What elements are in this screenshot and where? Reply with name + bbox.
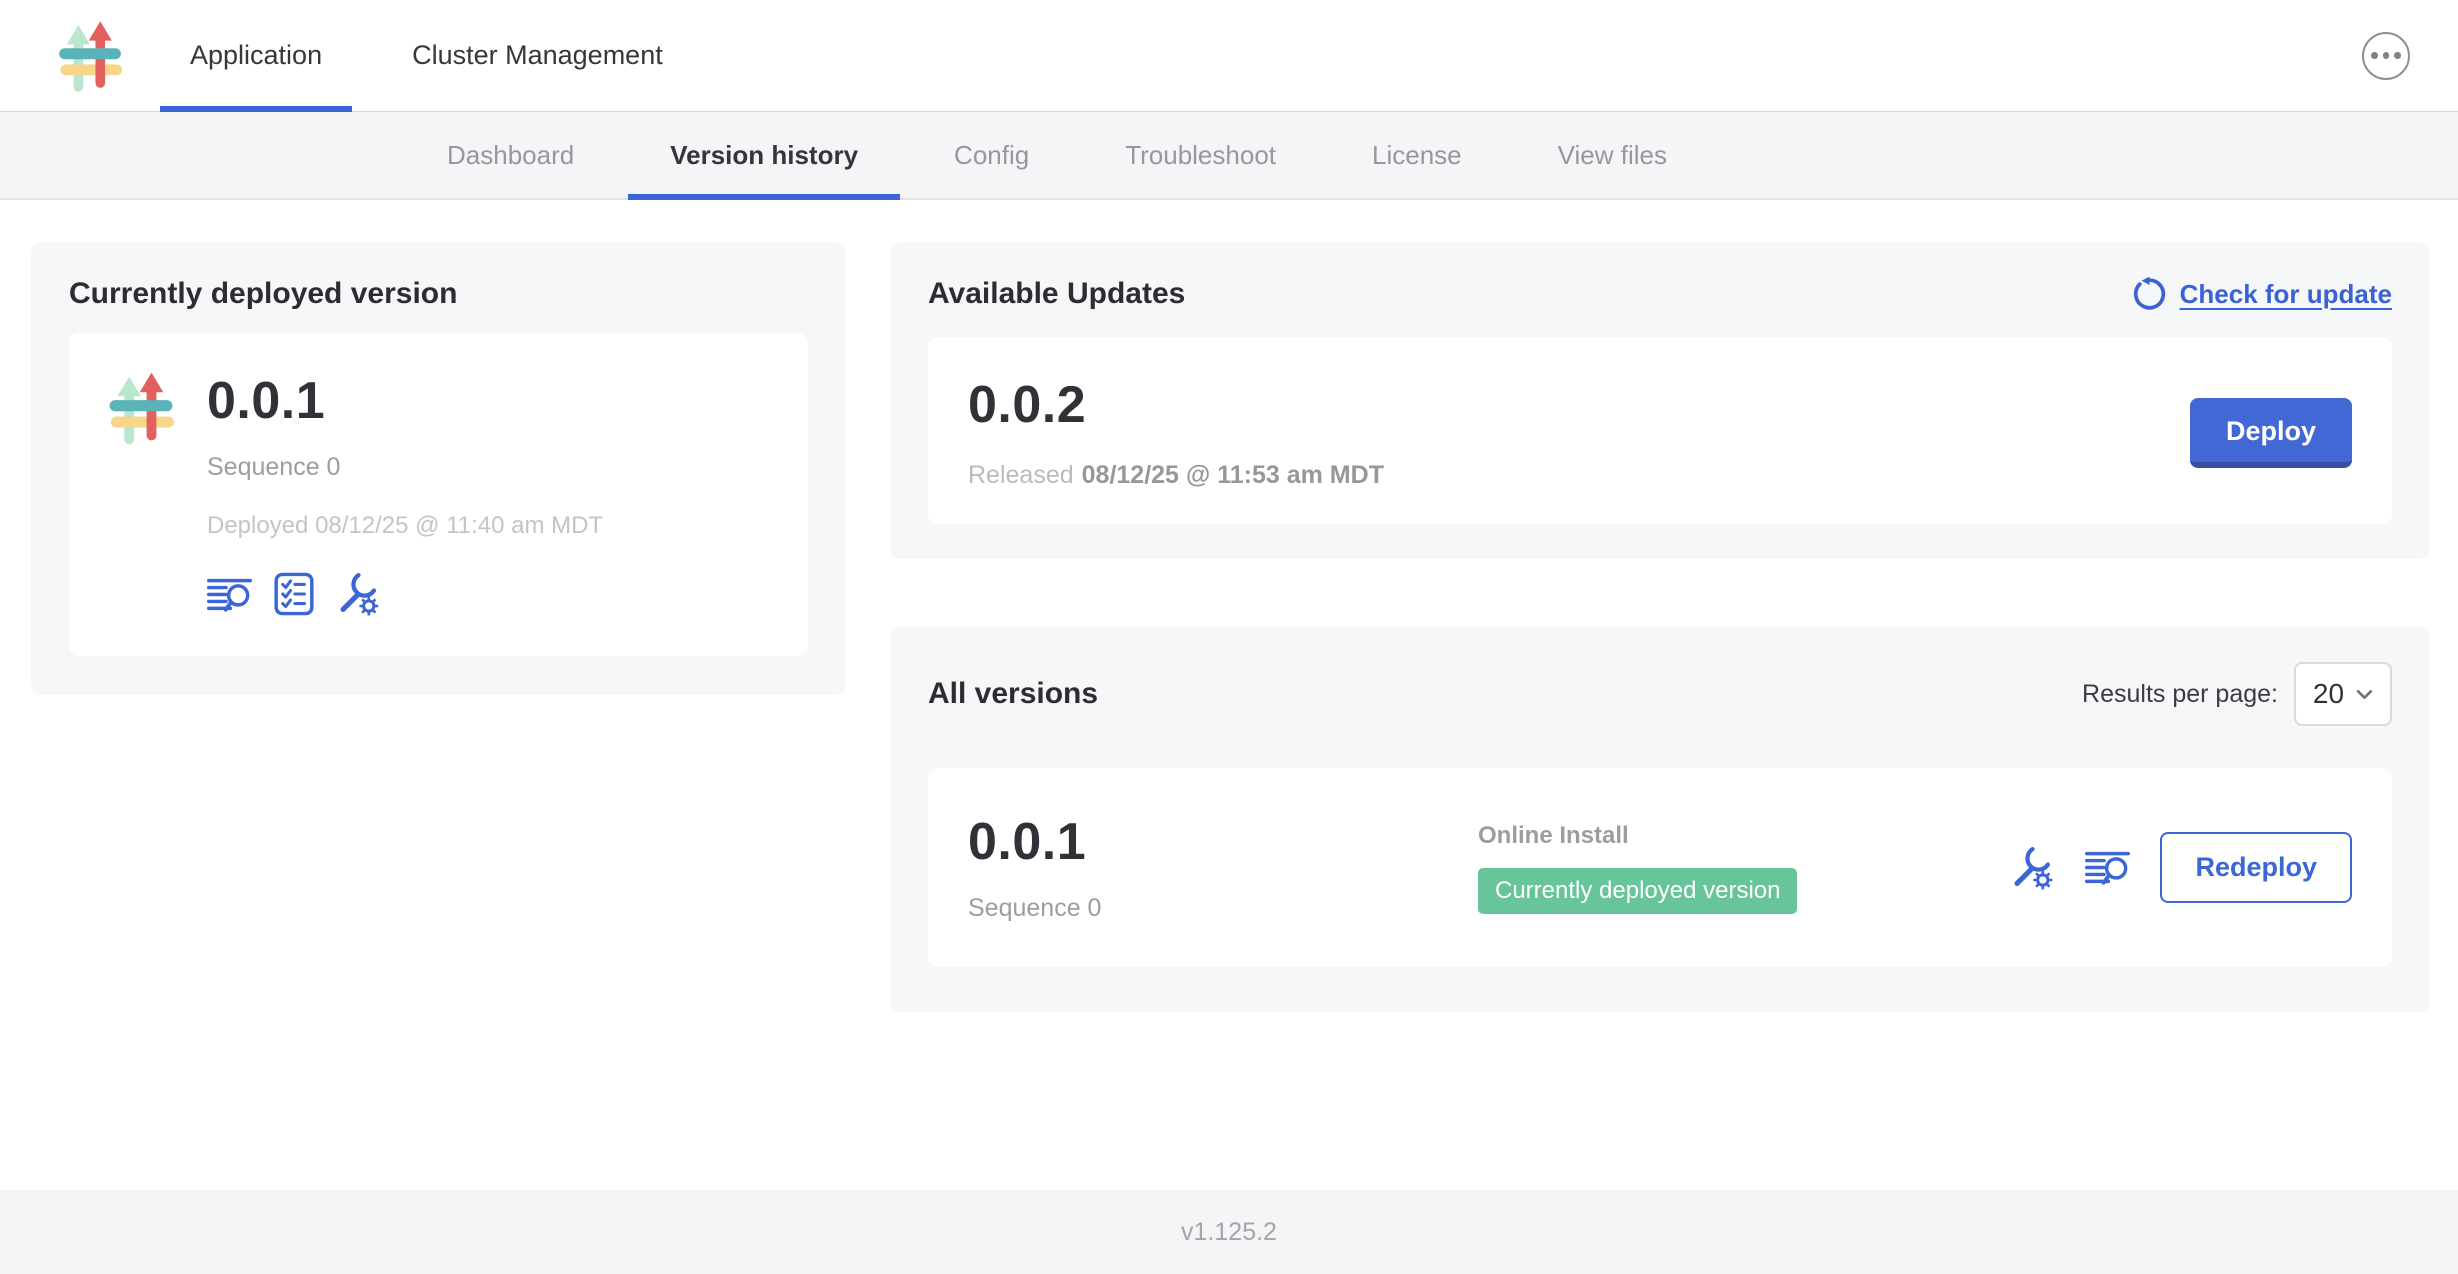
edit-config-icon[interactable] [336, 570, 381, 618]
header-tab-application[interactable]: Application [160, 0, 352, 111]
update-released-line: Released 08/12/25 @ 11:53 am MDT [968, 461, 1384, 490]
right-column: Available Updates Check for update 0.0.2… [890, 242, 2430, 1012]
tab-config[interactable]: Config [912, 112, 1071, 198]
ellipsis-icon [2394, 52, 2401, 59]
version-row: 0.0.1 Sequence 0 Online Install Currentl… [928, 768, 2392, 967]
app-subnav: Dashboard Version history Config Trouble… [0, 112, 2458, 200]
preflight-checks-icon[interactable] [274, 572, 314, 616]
currently-deployed-panel: Currently deployed version 0.0.1 Sequenc… [31, 242, 846, 695]
results-per-page: Results per page: 20 [2082, 662, 2392, 726]
row-version-number: 0.0.1 [968, 812, 1478, 872]
deploy-button[interactable]: Deploy [2190, 398, 2352, 468]
available-update-card: 0.0.2 Released 08/12/25 @ 11:53 am MDT De… [928, 337, 2392, 524]
check-for-update-link[interactable]: Check for update [2132, 277, 2392, 311]
released-prefix: Released [968, 461, 1074, 489]
header-tabs: Application Cluster Management [160, 0, 723, 111]
released-timestamp: 08/12/25 @ 11:53 am MDT [1082, 461, 1384, 489]
deployed-panel-title: Currently deployed version [69, 277, 808, 311]
app-logo [0, 0, 128, 111]
edit-config-icon[interactable] [2010, 844, 2055, 892]
deployed-version-actions [207, 570, 603, 618]
release-notes-icon[interactable] [2085, 848, 2130, 887]
deployed-sequence: Sequence 0 [207, 453, 603, 482]
app-logo-icon [103, 371, 179, 445]
deployed-version-number: 0.0.1 [207, 371, 603, 431]
app-logo-icon [52, 20, 128, 92]
tab-troubleshoot[interactable]: Troubleshoot [1083, 112, 1318, 198]
redeploy-button[interactable]: Redeploy [2160, 832, 2352, 903]
tab-license[interactable]: License [1330, 112, 1504, 198]
row-actions: Redeploy [2010, 832, 2352, 903]
tab-view-files[interactable]: View files [1516, 112, 1709, 198]
app-footer: v1.125.2 [0, 1190, 2458, 1274]
install-type-label: Online Install [1478, 822, 1797, 850]
results-per-page-value: 20 [2313, 678, 2344, 710]
results-per-page-label: Results per page: [2082, 680, 2278, 709]
ellipsis-icon [2371, 52, 2378, 59]
results-per-page-select[interactable]: 20 [2294, 662, 2392, 726]
all-versions-panel: All versions Results per page: 20 0.0.1 … [890, 627, 2430, 1012]
available-updates-panel: Available Updates Check for update 0.0.2… [890, 242, 2430, 559]
update-version-number: 0.0.2 [968, 375, 1384, 435]
available-updates-header: Available Updates Check for update [928, 277, 2392, 311]
all-versions-title: All versions [928, 677, 1098, 711]
all-versions-header: All versions Results per page: 20 [928, 662, 2392, 726]
chevron-down-icon [2356, 689, 2373, 700]
row-version-details: 0.0.1 Sequence 0 [968, 812, 1478, 923]
row-install-info: Online Install Currently deployed versio… [1478, 822, 1797, 914]
subnav-tabs: Dashboard Version history Config Trouble… [405, 112, 1721, 198]
deployed-version-details: 0.0.1 Sequence 0 Deployed 08/12/25 @ 11:… [207, 371, 603, 618]
app-header: Application Cluster Management [0, 0, 2458, 112]
overflow-menu-button[interactable] [2362, 32, 2410, 80]
console-version: v1.125.2 [1181, 1218, 1277, 1247]
header-tab-cluster-management[interactable]: Cluster Management [382, 0, 693, 111]
available-updates-title: Available Updates [928, 277, 1185, 311]
deployed-timestamp: Deployed 08/12/25 @ 11:40 am MDT [207, 512, 603, 540]
update-details: 0.0.2 Released 08/12/25 @ 11:53 am MDT [968, 375, 1384, 490]
ellipsis-icon [2383, 52, 2390, 59]
tab-dashboard[interactable]: Dashboard [405, 112, 616, 198]
row-sequence: Sequence 0 [968, 894, 1478, 923]
deployed-version-card: 0.0.1 Sequence 0 Deployed 08/12/25 @ 11:… [69, 333, 808, 656]
refresh-icon [2132, 277, 2166, 311]
check-for-update-label: Check for update [2180, 279, 2392, 310]
tab-version-history[interactable]: Version history [628, 112, 900, 198]
main-content: Currently deployed version 0.0.1 Sequenc… [0, 200, 2458, 1190]
release-notes-icon[interactable] [207, 575, 252, 614]
currently-deployed-badge: Currently deployed version [1478, 868, 1797, 914]
